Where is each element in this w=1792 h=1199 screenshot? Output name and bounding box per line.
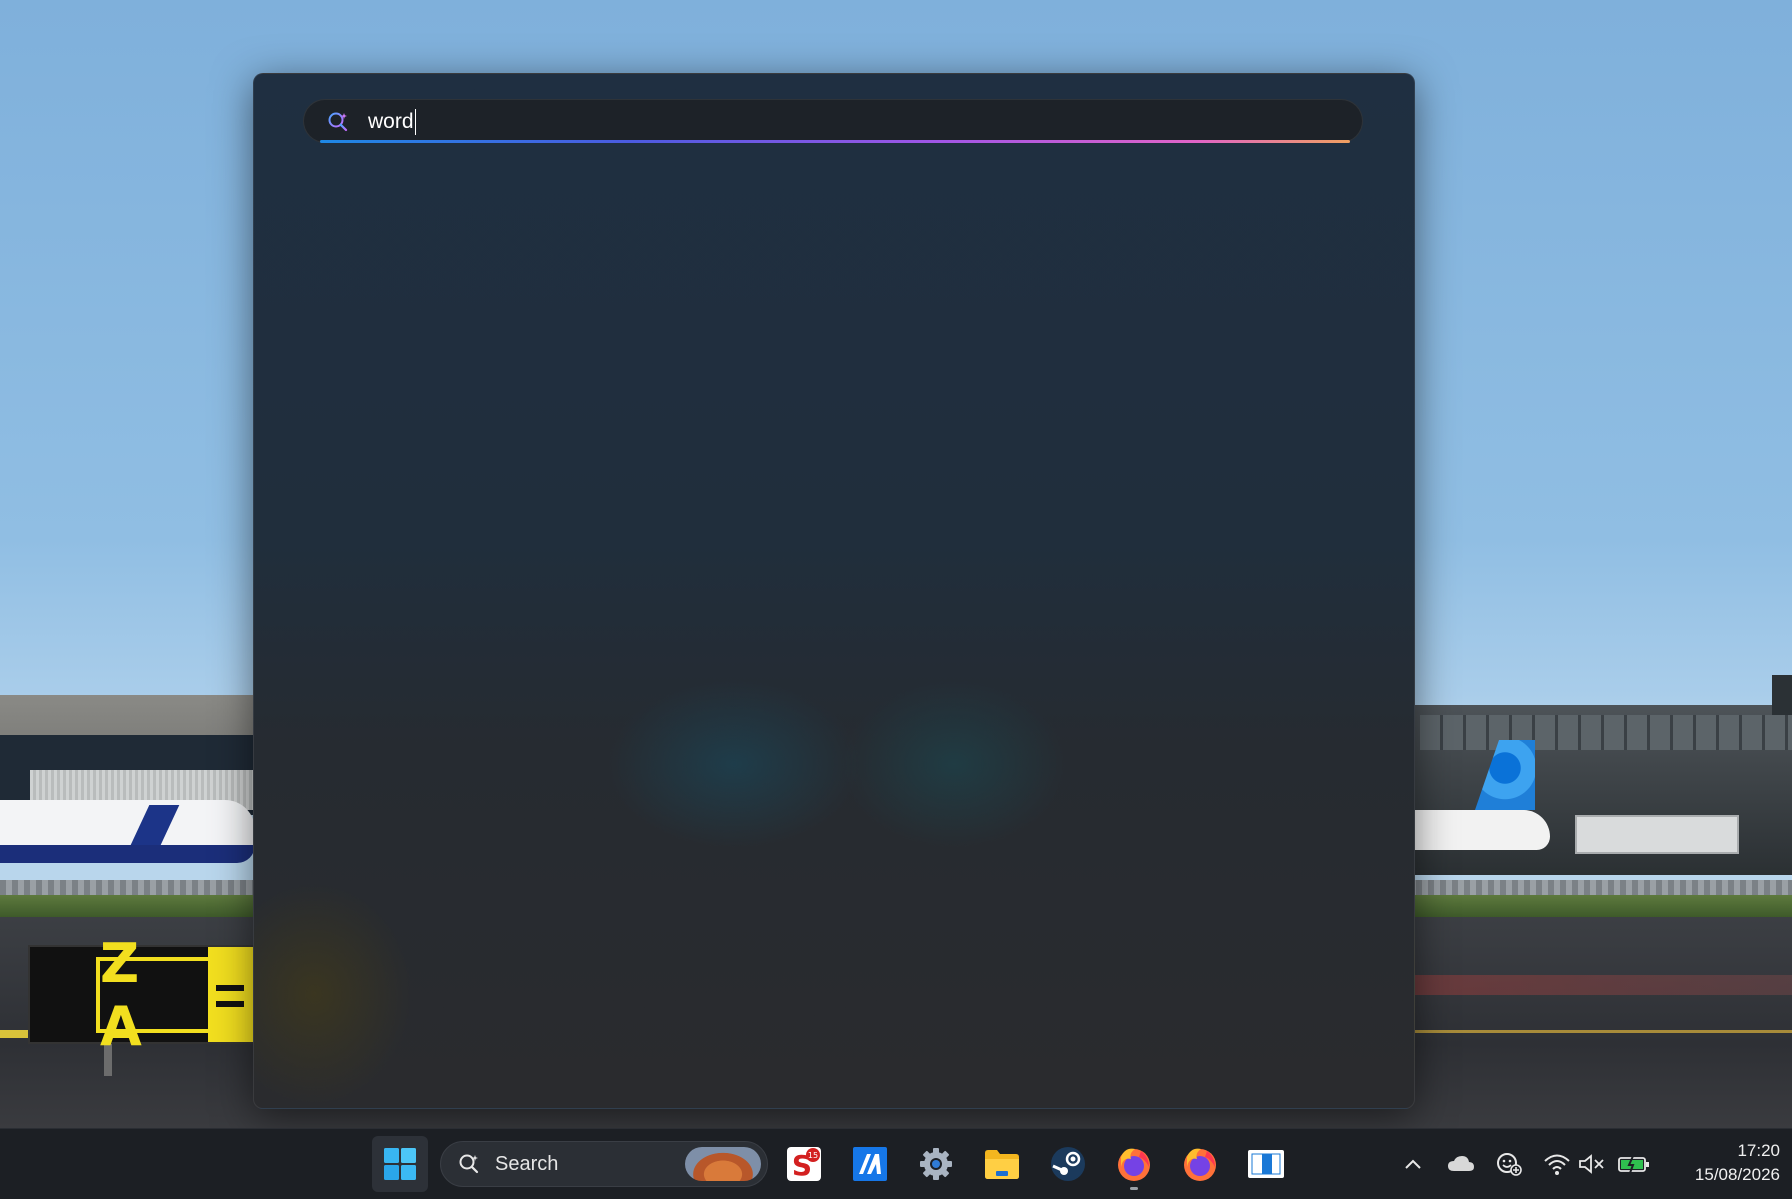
- airplane-right: [1410, 810, 1550, 850]
- text-caret: [414, 109, 417, 136]
- wifi-tray[interactable]: [1542, 1129, 1572, 1199]
- wifi-icon: [1544, 1154, 1570, 1175]
- control-tower: [1772, 675, 1792, 715]
- gear-icon: [920, 1148, 952, 1180]
- search-input[interactable]: word: [368, 100, 1348, 144]
- ia-app-icon: [853, 1147, 887, 1181]
- clock-date: 15/08/2026: [1694, 1165, 1780, 1184]
- smiley-plus-icon: [1497, 1153, 1522, 1176]
- folder-icon: [985, 1150, 1019, 1179]
- app-s-badge[interactable]: S 15: [776, 1136, 832, 1192]
- taskbar-search[interactable]: Search: [440, 1141, 768, 1187]
- show-hidden-icons-button[interactable]: [1398, 1129, 1428, 1199]
- chevron-up-icon: [1405, 1159, 1421, 1169]
- clock-time: 17:20: [1737, 1141, 1780, 1160]
- volume-tray[interactable]: [1576, 1129, 1606, 1199]
- battery-charging-icon: [1618, 1155, 1649, 1174]
- battery-tray[interactable]: [1616, 1129, 1652, 1199]
- app-file-explorer[interactable]: [974, 1136, 1030, 1192]
- volume-muted-icon: [1579, 1154, 1604, 1174]
- app-firefox[interactable]: [1172, 1136, 1228, 1192]
- system-clock[interactable]: 17:20 15/08/2026: [1660, 1139, 1780, 1187]
- firefox-icon: [1118, 1148, 1150, 1181]
- copilot-search-icon: [326, 110, 350, 134]
- app-firefox-running[interactable]: [1106, 1136, 1162, 1192]
- app-settings[interactable]: [908, 1136, 964, 1192]
- start-button[interactable]: [372, 1136, 428, 1192]
- app-blue-ia[interactable]: [842, 1136, 898, 1192]
- s-app-icon: S 15: [787, 1147, 821, 1182]
- search-highlight-image[interactable]: [685, 1147, 761, 1181]
- terminal-right-windows: [1420, 715, 1792, 750]
- search-box[interactable]: word: [303, 99, 1363, 143]
- copilot-tray[interactable]: [1494, 1129, 1524, 1199]
- taskbar: Search S 15 17:20 15/08/2026: [0, 1128, 1792, 1199]
- search-flyout: word: [253, 73, 1415, 1109]
- cloud-icon: [1448, 1156, 1474, 1171]
- taxiway-sign: Z A: [28, 932, 262, 1058]
- jet-bridge: [1575, 815, 1739, 854]
- windows-logo-icon: [384, 1148, 416, 1180]
- steam-icon: [1051, 1147, 1085, 1181]
- onedrive-tray[interactable]: [1446, 1129, 1476, 1199]
- copilot-search-icon: [457, 1152, 481, 1176]
- running-indicator: [1130, 1187, 1138, 1190]
- tarmac-marking-yellow: [1410, 1030, 1792, 1033]
- svg-text:15: 15: [808, 1151, 818, 1160]
- taxiway-sign-text: Z A: [96, 932, 214, 1058]
- window-app-icon: [1248, 1150, 1284, 1178]
- app-steam[interactable]: [1040, 1136, 1096, 1192]
- taskbar-search-label: Search: [495, 1153, 559, 1175]
- firefox-icon: [1184, 1148, 1216, 1181]
- search-box-accent-underline: [320, 140, 1350, 143]
- app-blue-window[interactable]: [1238, 1136, 1294, 1192]
- airplane-left-stripe: [0, 845, 255, 863]
- tarmac-marking: [1410, 975, 1792, 995]
